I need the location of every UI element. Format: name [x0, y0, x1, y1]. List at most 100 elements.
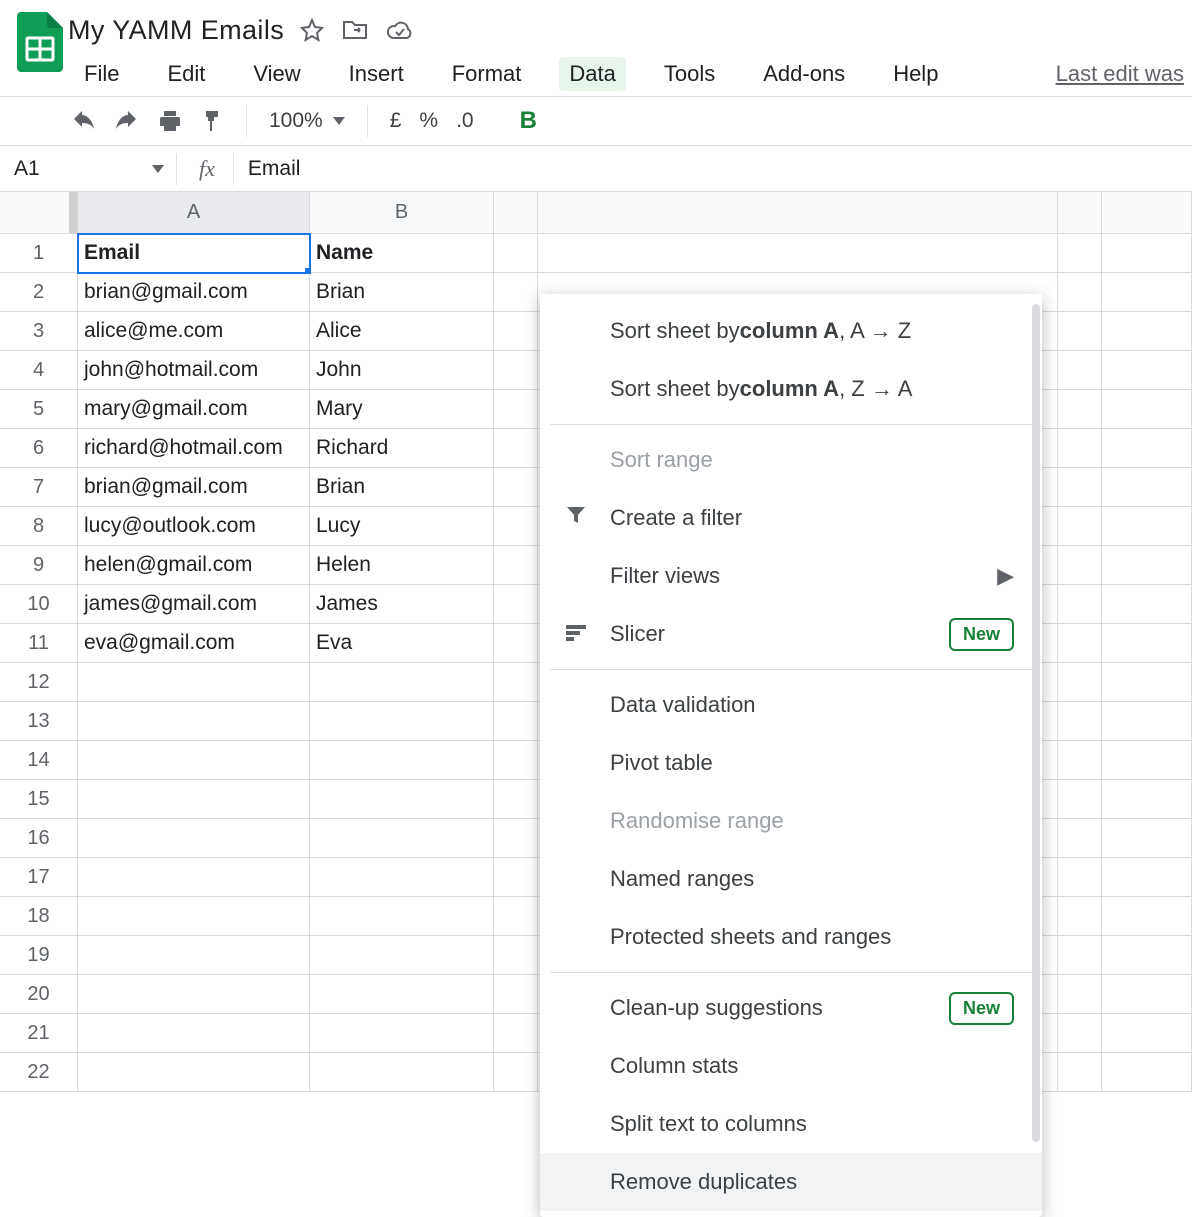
- sort-sheet-desc[interactable]: Sort sheet by column A, Z → A: [540, 360, 1042, 418]
- cell[interactable]: [494, 663, 538, 702]
- select-all-corner[interactable]: [0, 192, 78, 234]
- column-header[interactable]: [1058, 192, 1102, 234]
- cell[interactable]: [1102, 936, 1192, 975]
- cell[interactable]: [1058, 741, 1102, 780]
- cell[interactable]: lucy@outlook.com: [78, 507, 310, 546]
- paint-format-icon[interactable]: [200, 109, 224, 133]
- move-folder-icon[interactable]: [342, 19, 368, 41]
- cell[interactable]: [494, 1053, 538, 1092]
- cell[interactable]: [494, 429, 538, 468]
- cell[interactable]: [494, 819, 538, 858]
- row-header[interactable]: 7: [0, 468, 78, 507]
- row-header[interactable]: 21: [0, 1014, 78, 1053]
- row-header[interactable]: 14: [0, 741, 78, 780]
- cell[interactable]: [1102, 624, 1192, 663]
- cell[interactable]: [1102, 312, 1192, 351]
- protected-sheets[interactable]: Protected sheets and ranges: [540, 908, 1042, 966]
- cell[interactable]: Brian: [310, 273, 494, 312]
- cell[interactable]: [1102, 429, 1192, 468]
- named-ranges[interactable]: Named ranges: [540, 850, 1042, 908]
- cell[interactable]: [494, 780, 538, 819]
- cell[interactable]: [1058, 897, 1102, 936]
- menu-edit[interactable]: Edit: [157, 57, 215, 91]
- zoom-select[interactable]: 100%: [255, 109, 359, 133]
- cell[interactable]: [310, 780, 494, 819]
- menu-help[interactable]: Help: [883, 57, 948, 91]
- cell[interactable]: Richard: [310, 429, 494, 468]
- row-header[interactable]: 2: [0, 273, 78, 312]
- cell[interactable]: [310, 858, 494, 897]
- cell[interactable]: [494, 234, 538, 273]
- cell[interactable]: brian@gmail.com: [78, 468, 310, 507]
- cell[interactable]: [494, 546, 538, 585]
- column-header-a[interactable]: A: [78, 192, 310, 234]
- menu-data[interactable]: Data: [559, 57, 625, 91]
- cell[interactable]: [310, 702, 494, 741]
- cell[interactable]: Email: [78, 234, 310, 273]
- cell[interactable]: eva@gmail.com: [78, 624, 310, 663]
- cell[interactable]: [494, 312, 538, 351]
- cell[interactable]: [1058, 585, 1102, 624]
- cell[interactable]: [494, 936, 538, 975]
- row-header[interactable]: 22: [0, 1053, 78, 1092]
- split-text[interactable]: Split text to columns: [540, 1095, 1042, 1153]
- cell[interactable]: john@hotmail.com: [78, 351, 310, 390]
- column-header[interactable]: [538, 192, 1058, 234]
- cell[interactable]: [494, 351, 538, 390]
- cell[interactable]: [1058, 1053, 1102, 1092]
- cell[interactable]: [1058, 507, 1102, 546]
- cell[interactable]: [1058, 1014, 1102, 1053]
- row-header[interactable]: 6: [0, 429, 78, 468]
- cell[interactable]: [1058, 663, 1102, 702]
- cell[interactable]: [1058, 351, 1102, 390]
- column-stats[interactable]: Column stats: [540, 1037, 1042, 1095]
- menu-format[interactable]: Format: [442, 57, 532, 91]
- filter-views[interactable]: Filter views ▶: [540, 547, 1042, 605]
- cell[interactable]: [1102, 273, 1192, 312]
- cell[interactable]: [1102, 1014, 1192, 1053]
- menu-tools[interactable]: Tools: [654, 57, 725, 91]
- row-header[interactable]: 20: [0, 975, 78, 1014]
- cell[interactable]: [1102, 858, 1192, 897]
- cell[interactable]: [1058, 429, 1102, 468]
- cell[interactable]: Brian: [310, 468, 494, 507]
- cell[interactable]: [78, 936, 310, 975]
- cell[interactable]: [1102, 663, 1192, 702]
- cell[interactable]: [1058, 234, 1102, 273]
- cell[interactable]: [1102, 897, 1192, 936]
- remove-duplicates[interactable]: Remove duplicates: [540, 1153, 1042, 1211]
- row-header[interactable]: 13: [0, 702, 78, 741]
- cell[interactable]: [494, 624, 538, 663]
- column-header[interactable]: [1102, 192, 1192, 234]
- cell[interactable]: [494, 975, 538, 1014]
- cell[interactable]: [494, 858, 538, 897]
- cell[interactable]: [494, 1014, 538, 1053]
- row-header[interactable]: 15: [0, 780, 78, 819]
- create-filter[interactable]: Create a filter: [540, 489, 1042, 547]
- cell[interactable]: Mary: [310, 390, 494, 429]
- cell[interactable]: [78, 897, 310, 936]
- cell[interactable]: [310, 741, 494, 780]
- cell[interactable]: [1102, 1053, 1192, 1092]
- cell[interactable]: [494, 273, 538, 312]
- cell[interactable]: [1102, 819, 1192, 858]
- cell[interactable]: [310, 1053, 494, 1092]
- cell[interactable]: [494, 897, 538, 936]
- cell[interactable]: brian@gmail.com: [78, 273, 310, 312]
- cell[interactable]: alice@me.com: [78, 312, 310, 351]
- row-header[interactable]: 18: [0, 897, 78, 936]
- cell[interactable]: [1102, 351, 1192, 390]
- row-header[interactable]: 17: [0, 858, 78, 897]
- cell[interactable]: [1102, 468, 1192, 507]
- formula-bar[interactable]: Email: [234, 157, 301, 181]
- cell[interactable]: [1102, 390, 1192, 429]
- cell[interactable]: [1058, 624, 1102, 663]
- cell[interactable]: [1102, 780, 1192, 819]
- cell[interactable]: [78, 780, 310, 819]
- cell[interactable]: richard@hotmail.com: [78, 429, 310, 468]
- cell[interactable]: [78, 819, 310, 858]
- cell[interactable]: [1102, 546, 1192, 585]
- cell[interactable]: [1058, 273, 1102, 312]
- menu-addons[interactable]: Add-ons: [753, 57, 855, 91]
- cell[interactable]: [494, 702, 538, 741]
